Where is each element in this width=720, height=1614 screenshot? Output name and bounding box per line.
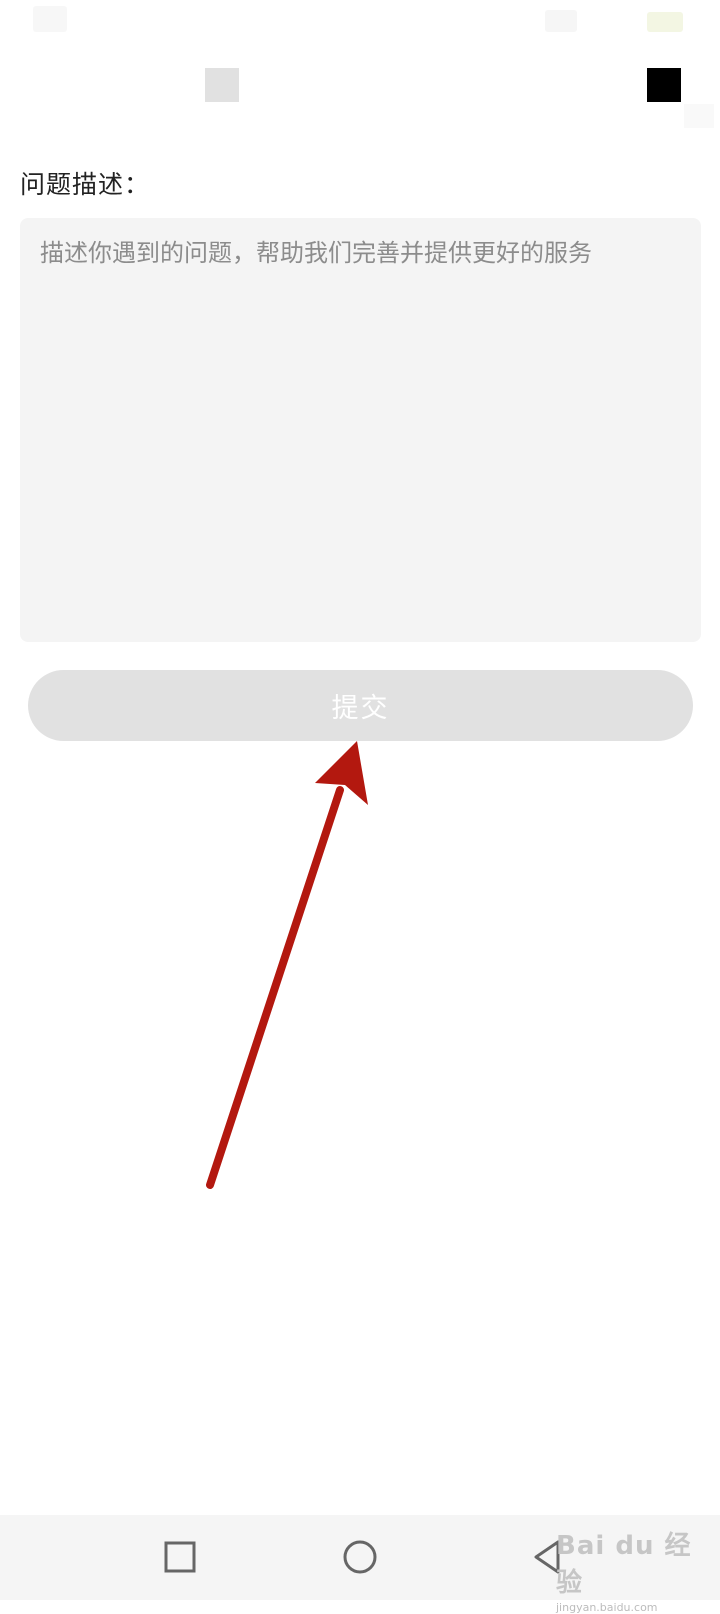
status-bar-left-icon xyxy=(33,6,67,32)
header-left-placeholder xyxy=(205,68,239,102)
header-right-ghost xyxy=(684,104,714,128)
watermark-url: jingyan.baidu.com xyxy=(556,1601,658,1614)
status-bar-battery-icon xyxy=(647,12,683,32)
submit-button[interactable]: 提交 xyxy=(28,670,693,741)
system-navigation-bar xyxy=(0,1515,720,1600)
header-right-icon[interactable] xyxy=(647,68,681,102)
status-bar-signal-icon xyxy=(545,10,577,32)
square-icon[interactable] xyxy=(158,1535,202,1579)
circle-icon[interactable] xyxy=(338,1535,382,1579)
problem-description-input[interactable] xyxy=(40,236,681,624)
problem-description-container[interactable] xyxy=(20,218,701,642)
problem-description-label: 问题描述： xyxy=(20,170,151,199)
triangle-back-icon[interactable] xyxy=(526,1535,570,1579)
